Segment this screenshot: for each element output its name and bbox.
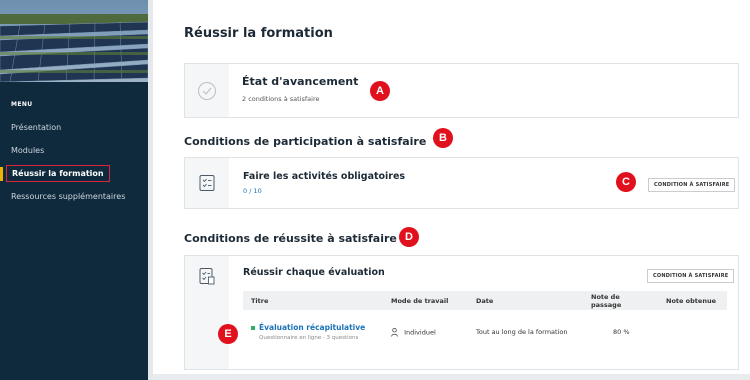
course-banner-image (0, 0, 148, 82)
progress-title: État d'avancement (242, 75, 359, 88)
sidebar-item-presentation[interactable]: Présentation (11, 123, 61, 132)
sidebar-item-ressources[interactable]: Ressources supplémentaires (11, 192, 125, 201)
table-row: Évaluation récapitulative Questionnaire … (243, 310, 727, 354)
eval-pass-grade: 80 % (613, 328, 630, 336)
success-section-title: Conditions de réussite à satisfaire (184, 232, 397, 245)
column-header-grade: Note obtenue (658, 291, 727, 310)
eval-grade (658, 310, 727, 354)
column-header-date: Date (468, 291, 583, 310)
eval-subtitle: Questionnaire en ligne · 3 questions (259, 335, 359, 341)
column-header-title: Titre (243, 291, 383, 310)
progress-card-body: État d'avancement 2 conditions à satisfa… (229, 64, 738, 117)
participation-card-title[interactable]: Faire les activités obligatoires (243, 171, 405, 182)
participation-card: Faire les activités obligatoires 0 / 10 … (184, 157, 739, 209)
eval-title-cell: Évaluation récapitulative Questionnaire … (243, 310, 383, 354)
participation-card-body: Faire les activités obligatoires 0 / 10 … (229, 158, 738, 208)
table-header-row: Titre Mode de travail Date Note de passa… (243, 291, 727, 310)
column-header-mode: Mode de travail (383, 291, 468, 310)
success-card-title: Réussir chaque évaluation (243, 267, 385, 278)
page-title: Réussir la formation (184, 26, 333, 41)
sidebar-item-reussir-la-formation[interactable]: Réussir la formation (6, 165, 110, 182)
status-square-icon (251, 326, 255, 330)
check-circle-icon (185, 64, 229, 117)
eval-title-link[interactable]: Évaluation récapitulative (259, 323, 365, 332)
evaluations-table: Titre Mode de travail Date Note de passa… (243, 291, 727, 354)
sidebar-item-modules[interactable]: Modules (11, 146, 44, 155)
checklist-doc-icon (185, 256, 229, 296)
horizontal-scrollbar[interactable] (153, 374, 750, 380)
menu-heading: MENU (11, 101, 33, 108)
sidebar-scrollbar[interactable] (148, 0, 153, 380)
participation-progress: 0 / 10 (243, 187, 262, 195)
annotation-marker-d: D (399, 227, 419, 247)
condition-badge-success: CONDITION À SATISFAIRE (647, 269, 735, 283)
eval-date: Tout au long de la formation (476, 328, 568, 336)
annotation-marker-e: E (218, 324, 238, 344)
progress-subtitle: 2 conditions à satisfaire (242, 95, 320, 103)
column-header-pass-grade: Note de passage (583, 291, 658, 310)
person-icon (391, 327, 404, 337)
annotation-marker-c: C (616, 172, 636, 192)
annotation-marker-b: B (433, 128, 453, 148)
checklist-icon (185, 158, 229, 208)
eval-mode-cell: Individuel (383, 310, 468, 354)
sidebar: MENU Présentation Modules Réussir la for… (0, 0, 148, 380)
eval-mode: Individuel (404, 328, 436, 336)
participation-section-title: Conditions de participation à satisfaire (184, 135, 427, 148)
active-item-indicator (0, 167, 3, 181)
condition-badge-participation: CONDITION À SATISFAIRE (648, 178, 736, 192)
progress-card: État d'avancement 2 conditions à satisfa… (184, 63, 739, 118)
annotation-marker-a: A (370, 81, 390, 101)
